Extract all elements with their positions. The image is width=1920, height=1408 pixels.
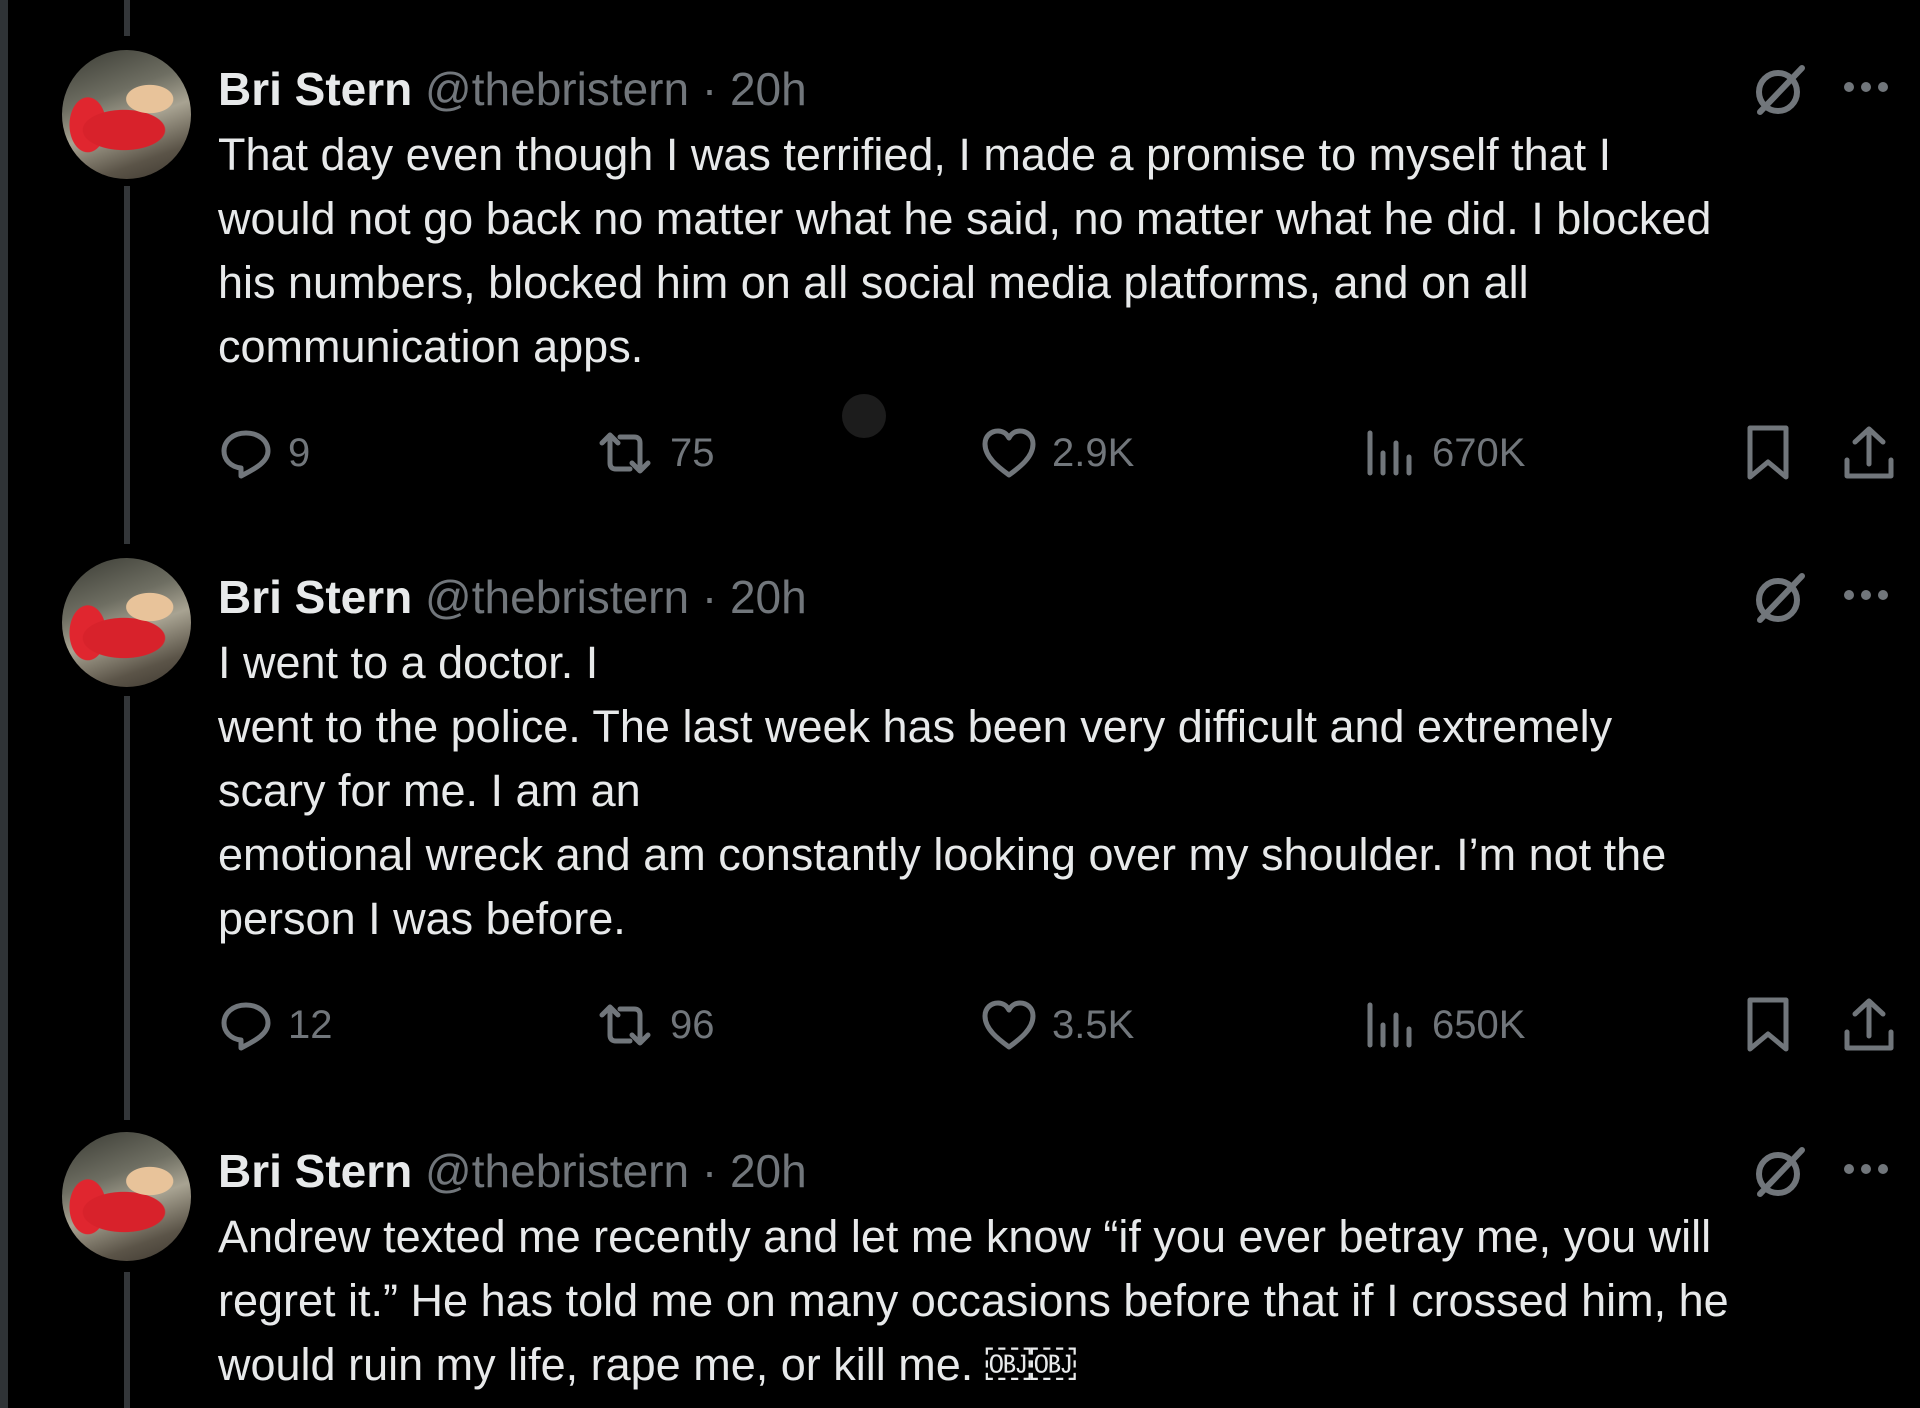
tweet-actions: 12 96 3.5K 650K (0, 995, 1920, 1055)
speech-bubble-icon (221, 430, 271, 479)
author-name[interactable]: Bri Stern (218, 63, 412, 115)
timeline-left-border (0, 0, 8, 1408)
reply-count: 12 (288, 1002, 333, 1047)
grok-icon[interactable] (1752, 62, 1808, 118)
repost-arrows-icon (599, 432, 651, 474)
like-count: 3.5K (1052, 1002, 1135, 1047)
like-button[interactable]: 2.9K (980, 423, 1134, 483)
author-handle[interactable]: @thebristern (425, 63, 689, 115)
views-button[interactable]: 670K (1362, 423, 1525, 483)
views-button[interactable]: 650K (1362, 995, 1525, 1055)
tweet-time[interactable]: · 20h (702, 63, 807, 115)
speech-bubble-icon (221, 1002, 271, 1051)
share-upload-icon (1844, 426, 1894, 479)
bookmark-button[interactable] (1744, 423, 1792, 483)
tweet-header: Bri Stern @thebristern · 20h (218, 1142, 807, 1200)
heart-icon (982, 1000, 1036, 1050)
repost-button[interactable]: 96 (594, 995, 715, 1055)
author-name[interactable]: Bri Stern (218, 1145, 412, 1197)
tweet-text: That day even though I was terrified, I … (218, 129, 1712, 372)
thread-line (124, 186, 130, 544)
reply-button[interactable]: 9 (218, 423, 310, 483)
author-handle[interactable]: @thebristern (425, 571, 689, 623)
share-upload-icon (1844, 998, 1894, 1051)
views-count: 670K (1432, 430, 1526, 475)
thread-line (124, 0, 130, 36)
heart-icon (982, 428, 1036, 478)
tweet-header: Bri Stern @thebristern · 20h (218, 60, 807, 118)
bar-chart-icon (1367, 1002, 1412, 1048)
grok-icon[interactable] (1752, 1144, 1808, 1200)
repost-count: 96 (670, 1002, 715, 1047)
repost-arrows-icon (599, 1004, 651, 1046)
author-name[interactable]: Bri Stern (218, 571, 412, 623)
bookmark-icon (1747, 997, 1789, 1052)
avatar[interactable] (62, 558, 191, 687)
more-icon[interactable] (1842, 1162, 1890, 1176)
reply-button[interactable]: 12 (218, 995, 333, 1055)
author-handle[interactable]: @thebristern (425, 1145, 689, 1197)
tweet-actions: 9 75 2.9K 670K (0, 423, 1920, 483)
bookmark-button[interactable] (1744, 995, 1792, 1055)
tweet-header: Bri Stern @thebristern · 20h (218, 568, 807, 626)
share-button[interactable] (1842, 995, 1896, 1055)
repost-count: 75 (670, 430, 715, 475)
share-button[interactable] (1842, 423, 1896, 483)
avatar[interactable] (62, 1132, 191, 1261)
more-icon[interactable] (1842, 80, 1890, 94)
tweet-time[interactable]: · 20h (702, 571, 807, 623)
bookmark-icon (1747, 425, 1789, 480)
thread-line (124, 696, 130, 1120)
tweet-text: Andrew texted me recently and let me kno… (218, 1211, 1729, 1390)
repost-button[interactable]: 75 (594, 423, 715, 483)
like-button[interactable]: 3.5K (980, 995, 1134, 1055)
views-count: 650K (1432, 1002, 1526, 1047)
reply-count: 9 (288, 430, 311, 475)
grok-icon[interactable] (1752, 570, 1808, 626)
bar-chart-icon (1367, 430, 1412, 476)
thread-line (124, 1272, 130, 1408)
tweet-time[interactable]: · 20h (702, 1145, 807, 1197)
tweet-text: I went to a doctor. I went to the police… (218, 637, 1667, 944)
more-icon[interactable] (1842, 588, 1890, 602)
like-count: 2.9K (1052, 430, 1135, 475)
avatar[interactable] (62, 50, 191, 179)
